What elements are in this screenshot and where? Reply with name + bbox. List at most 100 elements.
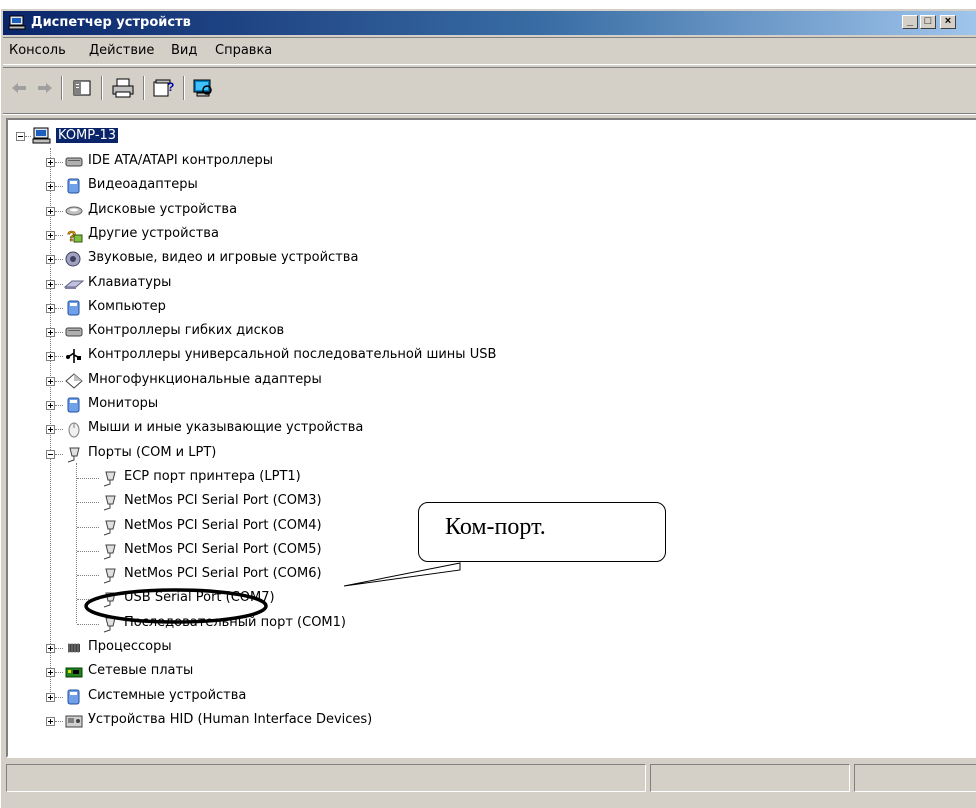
tree-port-item[interactable]: ECP порт принтера (LPT1) <box>8 467 708 489</box>
tree-category[interactable]: Клавиатуры <box>8 273 708 295</box>
title-bar[interactable]: Диспетчер устройств _ □ × <box>3 11 976 35</box>
tree-port-label: Последовательный порт (COM1) <box>124 615 346 630</box>
expand-toggle[interactable] <box>46 182 55 191</box>
port-icon <box>103 495 116 511</box>
tree-category-label: Клавиатуры <box>88 275 172 290</box>
tree-category[interactable]: Контроллеры гибких дисков <box>8 321 708 343</box>
device-tree[interactable]: KOMP-13 IDE ATA/ATAPI контроллеры Видеоад… <box>6 118 976 758</box>
tree-line <box>77 599 99 601</box>
tree-category[interactable]: ? Другие устройства <box>8 224 708 246</box>
tree-category-label: Видеоадаптеры <box>88 177 198 192</box>
tree-port-item[interactable]: Последовательный порт (COM1) <box>8 613 708 635</box>
port-icon <box>103 544 116 560</box>
hid-icon <box>65 715 83 728</box>
minimize-button[interactable]: _ <box>902 15 918 29</box>
tree-category[interactable]: Дисковые устройства <box>8 200 708 222</box>
expand-toggle[interactable] <box>46 352 55 361</box>
menu-action[interactable]: Действие <box>89 43 154 58</box>
scan-hardware-icon[interactable] <box>191 77 215 99</box>
mouse-icon <box>68 422 80 438</box>
tree-port-label: USB Serial Port (COM7) <box>124 590 275 605</box>
expand-toggle[interactable] <box>46 425 55 434</box>
tree-line <box>77 551 99 553</box>
tree-line <box>55 308 63 310</box>
tree-category-label: Дисковые устройства <box>88 202 238 217</box>
tree-category[interactable]: IDE ATA/ATAPI контроллеры <box>8 151 708 173</box>
status-pane <box>854 764 976 792</box>
help-icon[interactable]: ? <box>151 77 175 99</box>
callout-text: Ком-порт. <box>445 514 546 540</box>
expand-toggle[interactable] <box>46 377 55 386</box>
tree-category[interactable]: Видеоадаптеры <box>8 175 708 197</box>
tree-category-label: Мониторы <box>88 396 159 411</box>
computer-icon <box>67 300 80 316</box>
tree-category[interactable]: Многофункциональные адаптеры <box>8 370 708 392</box>
port-icon <box>103 471 116 487</box>
tree-category[interactable]: Звуковые, видео и игровые устройства <box>8 248 708 270</box>
tree-category[interactable]: Мониторы <box>8 394 708 416</box>
tree-port-label: NetMos PCI Serial Port (COM4) <box>124 518 322 533</box>
tree-line <box>55 332 63 334</box>
tree-port-label: ECP порт принтера (LPT1) <box>124 469 301 484</box>
maximize-button[interactable]: □ <box>920 15 936 29</box>
tree-port-item[interactable]: NetMos PCI Serial Port (COM6) <box>8 564 708 586</box>
expand-toggle[interactable] <box>46 693 55 702</box>
collapse-toggle[interactable] <box>16 132 25 141</box>
tree-category[interactable]: Устройства HID (Human Interface Devices) <box>8 710 708 732</box>
port-icon <box>67 447 80 463</box>
tree-category[interactable]: Сетевые платы <box>8 661 708 683</box>
forward-icon[interactable] <box>35 77 55 99</box>
tree-category-label: Звуковые, видео и игровые устройства <box>88 250 359 265</box>
expand-toggle[interactable] <box>46 304 55 313</box>
menu-console[interactable]: Консоль <box>9 43 66 58</box>
tree-category-label: Многофункциональные адаптеры <box>88 372 322 387</box>
menu-bar: Консоль Действие Вид Справка <box>3 37 976 65</box>
tree-category[interactable]: Системные устройства <box>8 686 708 708</box>
cropped-text-fragment <box>0 0 976 6</box>
print-icon[interactable] <box>111 77 135 99</box>
expand-toggle[interactable] <box>46 644 55 653</box>
expand-toggle[interactable] <box>46 255 55 264</box>
expand-toggle[interactable] <box>46 717 55 726</box>
menu-help[interactable]: Справка <box>215 43 272 58</box>
tree-category[interactable]: Мыши и иные указывающие устройства <box>8 418 708 440</box>
collapse-toggle[interactable] <box>46 450 55 459</box>
tree-root[interactable]: KOMP-13 <box>12 126 212 148</box>
usb-icon <box>66 349 81 363</box>
toolbar: ? <box>3 67 976 107</box>
port-icon <box>103 520 116 536</box>
tree-line <box>55 429 63 431</box>
tree-category[interactable]: Компьютер <box>8 297 708 319</box>
svg-text:?: ? <box>167 80 174 94</box>
back-icon[interactable] <box>9 77 29 99</box>
tree-line <box>55 259 63 261</box>
tree-line <box>55 697 63 699</box>
tree-category-label: Контроллеры гибких дисков <box>88 323 285 338</box>
tree-port-label: NetMos PCI Serial Port (COM3) <box>124 493 322 508</box>
tree-line <box>55 405 63 407</box>
expand-toggle[interactable] <box>46 328 55 337</box>
expand-toggle[interactable] <box>46 668 55 677</box>
tree-category[interactable]: Контроллеры универсальной последовательн… <box>8 345 708 367</box>
tree-port-label: NetMos PCI Serial Port (COM6) <box>124 566 322 581</box>
port-icon <box>103 568 116 584</box>
expand-toggle[interactable] <box>46 401 55 410</box>
tree-line <box>55 648 63 650</box>
expand-toggle[interactable] <box>46 231 55 240</box>
tree-category[interactable]: Порты (COM и LPT) <box>8 443 708 465</box>
monitor-icon <box>67 397 80 413</box>
app-icon <box>8 15 26 30</box>
expand-toggle[interactable] <box>46 280 55 289</box>
expand-toggle[interactable] <box>46 158 55 167</box>
menu-view[interactable]: Вид <box>171 43 197 58</box>
properties-icon[interactable] <box>71 77 93 99</box>
close-button[interactable]: × <box>940 15 956 29</box>
expand-toggle[interactable] <box>46 207 55 216</box>
tree-line <box>77 575 99 577</box>
tree-category-label: Контроллеры универсальной последовательн… <box>88 347 497 362</box>
toolbar-separator <box>61 76 63 100</box>
tree-line <box>77 527 99 529</box>
tree-category-label: Компьютер <box>88 299 166 314</box>
tree-category[interactable]: Процессоры <box>8 637 708 659</box>
tree-port-item[interactable]: USB Serial Port (COM7) <box>8 588 708 610</box>
